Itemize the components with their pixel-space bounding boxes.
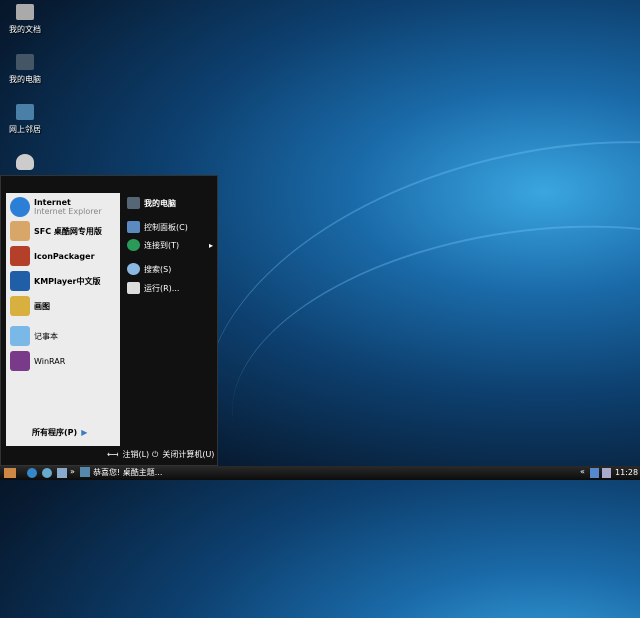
menu-item-my-computer[interactable]: 我的电脑 bbox=[127, 197, 176, 209]
submenu-arrow-icon: ▸ bbox=[209, 240, 214, 250]
menu-item-sfc[interactable]: SFC 桌酷网专用版 bbox=[10, 221, 102, 241]
computer-icon bbox=[16, 54, 34, 70]
menu-item-internet[interactable]: Internet Internet Explorer bbox=[10, 197, 102, 217]
globe-icon bbox=[127, 239, 140, 251]
pinned-programs: Internet Internet Explorer SFC 桌酷网专用版 Ico… bbox=[6, 193, 120, 446]
start-menu: Internet Internet Explorer SFC 桌酷网专用版 Ico… bbox=[0, 175, 218, 466]
desktop-icon-my-documents[interactable]: 我的文档 bbox=[4, 4, 46, 35]
desktop-icon-recycle-bin[interactable] bbox=[4, 154, 46, 174]
paint-icon bbox=[10, 296, 30, 316]
notepad-icon bbox=[10, 326, 30, 346]
search-icon bbox=[127, 263, 140, 275]
desktop-icon-my-computer[interactable]: 我的电脑 bbox=[4, 54, 46, 85]
volume-tray-icon[interactable] bbox=[602, 468, 611, 478]
iconpackager-icon bbox=[10, 246, 30, 266]
taskbar-button[interactable]: 恭喜您! 桌酷主题... bbox=[80, 467, 162, 477]
menu-item-iconpackager[interactable]: IconPackager bbox=[10, 246, 95, 266]
ie-quicklaunch-icon[interactable] bbox=[27, 468, 37, 478]
logoff-icon: ⟻ bbox=[107, 450, 119, 459]
power-icon: ⏻ bbox=[152, 449, 159, 459]
winrar-icon bbox=[10, 351, 30, 371]
tray-expand-icon[interactable]: « bbox=[580, 467, 585, 477]
run-icon bbox=[127, 282, 140, 294]
menu-item-search[interactable]: 搜索(S) bbox=[127, 263, 171, 275]
all-programs-button[interactable]: 所有程序(P) ▶ bbox=[32, 427, 87, 438]
menu-item-connect-to[interactable]: 连接到(T) ▸ bbox=[127, 239, 213, 251]
control-panel-icon bbox=[127, 221, 140, 233]
start-button[interactable] bbox=[4, 468, 16, 478]
network-icon bbox=[16, 104, 34, 120]
menu-item-paint[interactable]: 画图 bbox=[10, 296, 50, 316]
network-tray-icon[interactable] bbox=[590, 468, 599, 478]
menu-item-run[interactable]: 运行(R)... bbox=[127, 282, 179, 294]
menu-item-winrar[interactable]: WinRAR bbox=[10, 351, 65, 371]
window-icon bbox=[80, 467, 90, 477]
desktop-icon-network[interactable]: 网上邻居 bbox=[4, 104, 46, 135]
logoff-button[interactable]: ⟻ 注销(L) bbox=[107, 449, 149, 460]
documents-icon bbox=[16, 4, 34, 20]
kmplayer-icon bbox=[10, 271, 30, 291]
recycle-bin-icon bbox=[16, 154, 34, 170]
menu-item-notepad[interactable]: 记事本 bbox=[10, 326, 58, 346]
menu-item-kmplayer[interactable]: KMPlayer中文版 bbox=[10, 271, 101, 291]
desktop-quicklaunch-icon[interactable] bbox=[57, 468, 67, 478]
sfc-icon bbox=[10, 221, 30, 241]
menu-item-control-panel[interactable]: 控制面板(C) bbox=[127, 221, 188, 233]
taskbar: » 恭喜您! 桌酷主题... « 11:28 bbox=[0, 466, 640, 480]
computer-icon bbox=[127, 197, 140, 209]
quicklaunch-overflow[interactable]: » bbox=[70, 467, 75, 477]
media-quicklaunch-icon[interactable] bbox=[42, 468, 52, 478]
shutdown-button[interactable]: ⏻ 关闭计算机(U) bbox=[152, 449, 214, 460]
ie-icon bbox=[10, 197, 30, 217]
arrow-right-icon: ▶ bbox=[81, 428, 88, 437]
clock[interactable]: 11:28 bbox=[615, 468, 638, 478]
